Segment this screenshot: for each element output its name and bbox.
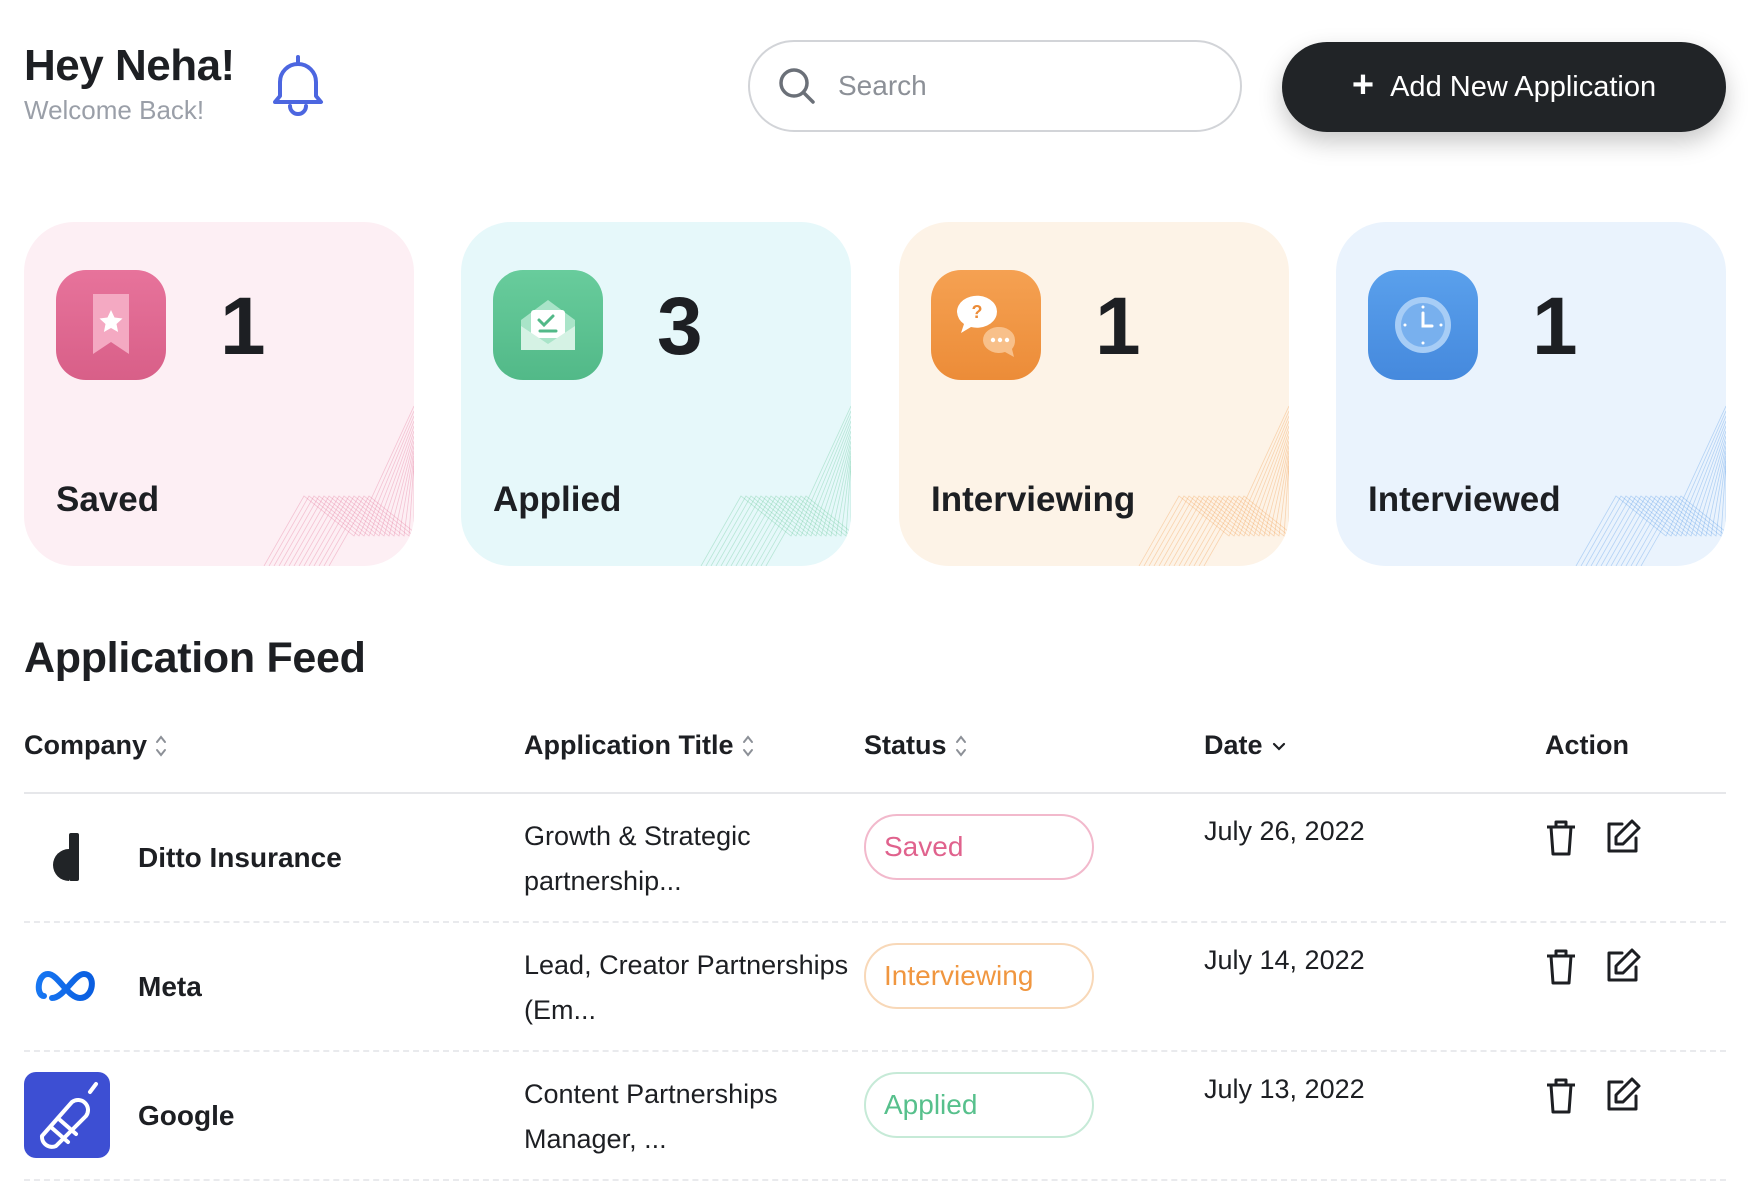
column-label: Company	[24, 730, 148, 760]
stat-count: 1	[1095, 281, 1141, 372]
column-label: Action	[1545, 730, 1629, 760]
column-label: Application Title	[524, 730, 734, 760]
add-new-application-label: Add New Application	[1390, 70, 1657, 103]
table-row[interactable]: Meta Lead, Creator Partnerships (Em... I…	[24, 923, 1726, 1052]
column-header-status[interactable]: Status	[864, 730, 967, 761]
stat-label: Interviewed	[1368, 480, 1561, 519]
stat-label: Saved	[56, 480, 160, 519]
application-title[interactable]: Growth & Strategic partnership...	[524, 814, 854, 904]
stat-card-interviewed[interactable]: 1 Interviewed	[1336, 222, 1726, 566]
status-badge: Applied	[864, 1072, 1094, 1138]
application-title[interactable]: Lead, Creator Partnerships (Em...	[524, 943, 854, 1033]
application-date: July 14, 2022	[1204, 945, 1365, 975]
chevron-down-icon	[1272, 742, 1285, 751]
stat-card-applied[interactable]: 3 Applied	[461, 222, 851, 566]
search-icon	[779, 68, 815, 104]
wave-lines-decoration	[1575, 405, 1726, 566]
bell-icon[interactable]	[268, 52, 328, 116]
column-header-company[interactable]: Company	[24, 730, 167, 761]
edit-icon[interactable]	[1604, 818, 1642, 856]
greeting: Hey Neha! Welcome Back!	[24, 40, 235, 126]
table-row[interactable]: Google Content Partnerships Manager, ...…	[24, 1052, 1726, 1181]
trash-icon[interactable]	[1544, 1076, 1578, 1116]
svg-text:?: ?	[972, 302, 983, 322]
application-date: July 13, 2022	[1204, 1074, 1365, 1104]
wave-lines-decoration	[700, 405, 851, 566]
application-title[interactable]: Content Partnerships Manager, ...	[524, 1072, 854, 1162]
company-name: Meta	[138, 970, 202, 1002]
sort-icon	[955, 734, 966, 757]
application-date: July 26, 2022	[1204, 816, 1365, 846]
edit-icon[interactable]	[1604, 947, 1642, 985]
trash-icon[interactable]	[1544, 818, 1578, 858]
google-app-logo-icon	[24, 1072, 110, 1158]
envelope-check-icon	[493, 270, 603, 380]
stat-card-saved[interactable]: 1 Saved	[24, 222, 414, 566]
greeting-title: Hey Neha!	[24, 41, 235, 90]
stat-label: Applied	[493, 480, 622, 519]
company-name: Ditto Insurance	[138, 841, 342, 873]
clock-icon	[1368, 270, 1478, 380]
search-bar[interactable]	[748, 40, 1242, 132]
welcome-text: Welcome Back!	[24, 95, 205, 125]
edit-icon[interactable]	[1604, 1076, 1642, 1114]
column-header-application-title[interactable]: Application Title	[524, 730, 754, 761]
search-input[interactable]	[838, 70, 1198, 102]
stat-count: 1	[1532, 281, 1578, 372]
plus-icon: +	[1351, 64, 1375, 106]
column-header-action: Action	[1545, 730, 1629, 761]
sort-icon	[742, 734, 753, 757]
wave-lines-decoration	[1138, 405, 1289, 566]
stat-count: 3	[657, 281, 703, 372]
ditto-logo-icon	[24, 814, 110, 900]
stat-card-interviewing[interactable]: ? 1 Interviewing	[899, 222, 1289, 566]
status-badge: Interviewing	[864, 943, 1094, 1009]
chat-bubbles-icon: ?	[931, 270, 1041, 380]
meta-logo-icon	[24, 943, 110, 1029]
column-label: Status	[864, 730, 947, 760]
bookmark-star-icon	[56, 270, 166, 380]
add-new-application-button[interactable]: + Add New Application	[1282, 42, 1726, 132]
column-label: Date	[1204, 730, 1263, 760]
company-name: Google	[138, 1099, 235, 1131]
feed-title: Application Feed	[24, 634, 366, 682]
stat-label: Interviewing	[931, 480, 1136, 519]
wave-lines-decoration	[263, 405, 414, 566]
table-row[interactable]: Ditto Insurance Growth & Strategic partn…	[24, 794, 1726, 923]
stat-count: 1	[220, 281, 266, 372]
trash-icon[interactable]	[1544, 947, 1578, 987]
status-badge: Saved	[864, 814, 1094, 880]
column-header-date[interactable]: Date	[1204, 730, 1287, 761]
sort-icon	[156, 734, 167, 757]
